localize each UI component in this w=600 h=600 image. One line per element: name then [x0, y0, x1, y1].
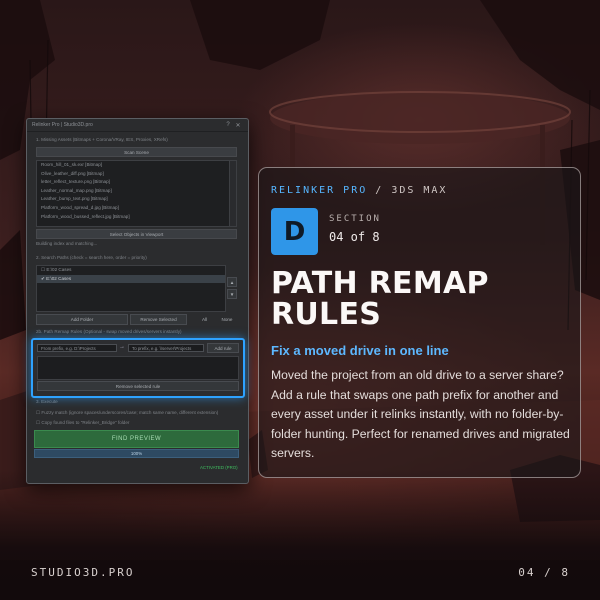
progress-bar: 100%: [34, 449, 239, 458]
remap-rules-panel: From prefix, e.g. D:\Projects → To prefi…: [31, 338, 245, 398]
missing-asset-row[interactable]: Olive_leather_diff.png [Bitmap]: [37, 170, 236, 179]
window-titlebar[interactable]: Relinker Pro | Studio3D.pro ? ✕: [27, 119, 248, 132]
fuzzy-option-label: Fuzzy match (ignore spaces/underscores/c…: [41, 410, 219, 415]
window-title: Relinker Pro | Studio3D.pro: [32, 122, 93, 128]
subheadline: Fix a moved drive in one line: [271, 343, 449, 358]
status-text: Building index and matching...: [36, 241, 98, 246]
section-remap-rules-label: 2b. Path Remap Rules (Optional - swap mo…: [36, 329, 182, 334]
body-text: Moved the project from an old drive to a…: [271, 368, 570, 460]
search-paths-list[interactable]: ☐ E:\02 Cases ✔ E:\02 Cases: [36, 265, 226, 312]
none-button[interactable]: None: [217, 314, 237, 325]
missing-asset-row[interactable]: letter_reflect_texture.png [Bitmap]: [37, 178, 236, 187]
missing-asset-row[interactable]: Leather_bump_text.png [Bitmap]: [37, 195, 236, 204]
info-card: RELINKER PRO / 3DS MAX D SECTION 04 of 8…: [258, 167, 581, 478]
section-number: 04 of 8: [329, 230, 380, 244]
arrow-icon: →: [119, 344, 125, 350]
missing-asset-row[interactable]: Room_hill_01_sk.exr [Bitmap]: [37, 161, 236, 170]
missing-list-scrollbar[interactable]: [229, 161, 236, 226]
search-path-label: E:\02 Cases: [46, 275, 72, 281]
close-icon[interactable]: ✕: [233, 122, 243, 129]
move-up-button[interactable]: ▲: [227, 277, 237, 287]
host-label: 3DS MAX: [391, 185, 448, 196]
copy-option-label: Copy found files to "Relinker_Bridge" fo…: [41, 420, 130, 425]
section-badge: D: [271, 208, 318, 255]
header-separator: /: [367, 185, 392, 196]
bottom-fade: [0, 470, 600, 600]
card-header: RELINKER PRO / 3DS MAX: [271, 185, 447, 196]
search-path-row[interactable]: ☐ E:\02 Cases: [37, 266, 225, 275]
copy-files-option[interactable]: ☐ Copy found files to "Relinker_Bridge" …: [36, 420, 129, 426]
add-rule-button[interactable]: Add rule: [207, 343, 239, 353]
missing-asset-row[interactable]: Platform_wood_spread_d.jpg [Bitmap]: [37, 204, 236, 213]
add-folder-button[interactable]: Add Folder: [36, 314, 128, 325]
find-preview-button[interactable]: FIND PREVIEW: [34, 430, 239, 448]
remap-rules-list[interactable]: [37, 356, 239, 380]
to-prefix-input[interactable]: To prefix, e.g. \\server\Projects: [128, 344, 204, 352]
activated-status: ACTIVATED (PRO): [200, 465, 238, 470]
section-execute-label: 3. Execute: [36, 399, 58, 404]
from-prefix-input[interactable]: From prefix, e.g. D:\Projects: [37, 344, 117, 352]
progress-text: 100%: [130, 451, 143, 456]
select-objects-button[interactable]: Select Objects in Viewport: [36, 229, 237, 239]
remove-selected-button[interactable]: Remove Selected: [130, 314, 187, 325]
fuzzy-match-option[interactable]: ☐ Fuzzy match (ignore spaces/underscores…: [36, 410, 218, 416]
brand-label: RELINKER PRO: [271, 185, 368, 196]
footer-page: 04 / 8: [518, 566, 570, 579]
footer-site: STUDIO3D.PRO: [31, 566, 135, 579]
missing-asset-row[interactable]: Platform_wood_bussed_reflect.jpg [Bitmap…: [37, 213, 236, 222]
missing-assets-list[interactable]: Room_hill_01_sk.exr [Bitmap] Olive_leathe…: [36, 160, 237, 227]
missing-asset-row[interactable]: Leather_normal_map.png [Bitmap]: [37, 187, 236, 196]
help-icon[interactable]: ?: [223, 122, 233, 128]
scan-scene-button[interactable]: Scan Scene: [36, 147, 237, 157]
section-search-paths-label: 2. Search Paths (check = search here, or…: [36, 255, 147, 260]
headline: PATH REMAP RULES: [271, 266, 489, 332]
section-missing-assets-label: 1. Missing Assets (Bitmaps + Corona/VRay…: [36, 137, 168, 142]
all-button[interactable]: All: [194, 314, 215, 325]
move-down-button[interactable]: ▼: [227, 289, 237, 299]
search-path-row[interactable]: ✔ E:\02 Cases: [37, 274, 225, 284]
section-word: SECTION: [329, 214, 381, 224]
remove-rule-button[interactable]: Remove selected rule: [37, 381, 239, 391]
search-path-label: E:\02 Cases: [46, 267, 72, 272]
